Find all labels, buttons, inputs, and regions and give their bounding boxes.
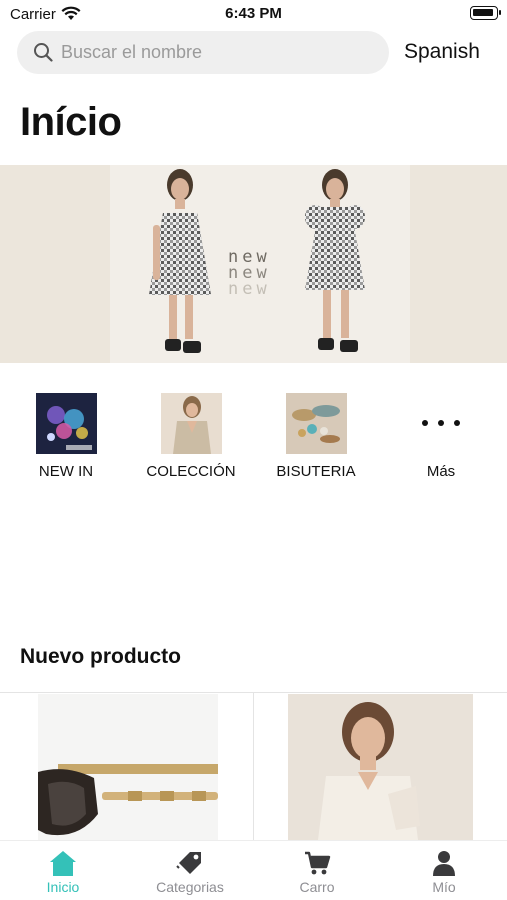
search-icon bbox=[34, 43, 53, 62]
tab-inicio[interactable]: Inicio bbox=[0, 841, 126, 900]
more-dots-icon bbox=[420, 413, 462, 433]
tab-label: Carro bbox=[299, 879, 335, 895]
category-label: Más bbox=[426, 463, 456, 480]
search-bar[interactable] bbox=[17, 31, 389, 74]
column-divider bbox=[253, 692, 254, 840]
product-card-sunglasses[interactable] bbox=[38, 694, 218, 840]
cream-dress-product-image bbox=[288, 694, 473, 840]
category-label: NEW IN bbox=[38, 463, 94, 480]
tab-label: Mío bbox=[432, 879, 456, 895]
tab-mio[interactable]: Mío bbox=[381, 841, 507, 900]
person-icon bbox=[433, 851, 455, 876]
status-time: 6:43 PM bbox=[225, 5, 282, 22]
new-in-thumbnail bbox=[36, 393, 97, 454]
category-label: BISUTERIA bbox=[276, 463, 356, 480]
tab-carro[interactable]: Carro bbox=[254, 841, 380, 900]
tab-label: Inicio bbox=[46, 879, 80, 895]
tag-icon bbox=[176, 852, 201, 874]
tab-bar: Inicio Categorias Carro Mío bbox=[0, 840, 507, 900]
category-label: COLECCIÓN bbox=[146, 463, 236, 480]
banner-model-left bbox=[149, 169, 211, 353]
tab-categorias[interactable]: Categorias bbox=[127, 841, 253, 900]
coleccion-thumbnail bbox=[161, 393, 222, 454]
banner-word-3: new bbox=[228, 279, 271, 299]
search-input[interactable] bbox=[61, 31, 381, 74]
home-icon bbox=[50, 851, 76, 876]
status-bar: Carrier 6:43 PM bbox=[0, 0, 507, 28]
language-button[interactable]: Spanish bbox=[404, 40, 480, 64]
bisuteria-thumbnail bbox=[286, 393, 347, 454]
tab-label: Categorias bbox=[156, 879, 224, 895]
battery-icon bbox=[470, 6, 501, 20]
banner-model-right bbox=[305, 169, 365, 352]
page-title: Início bbox=[20, 100, 122, 144]
product-card-dress[interactable] bbox=[288, 694, 473, 840]
section-title: Nuevo producto bbox=[20, 645, 181, 668]
promo-banner[interactable]: new new new bbox=[0, 165, 507, 363]
cart-icon bbox=[305, 851, 331, 875]
sunglasses-product-image bbox=[38, 694, 218, 840]
